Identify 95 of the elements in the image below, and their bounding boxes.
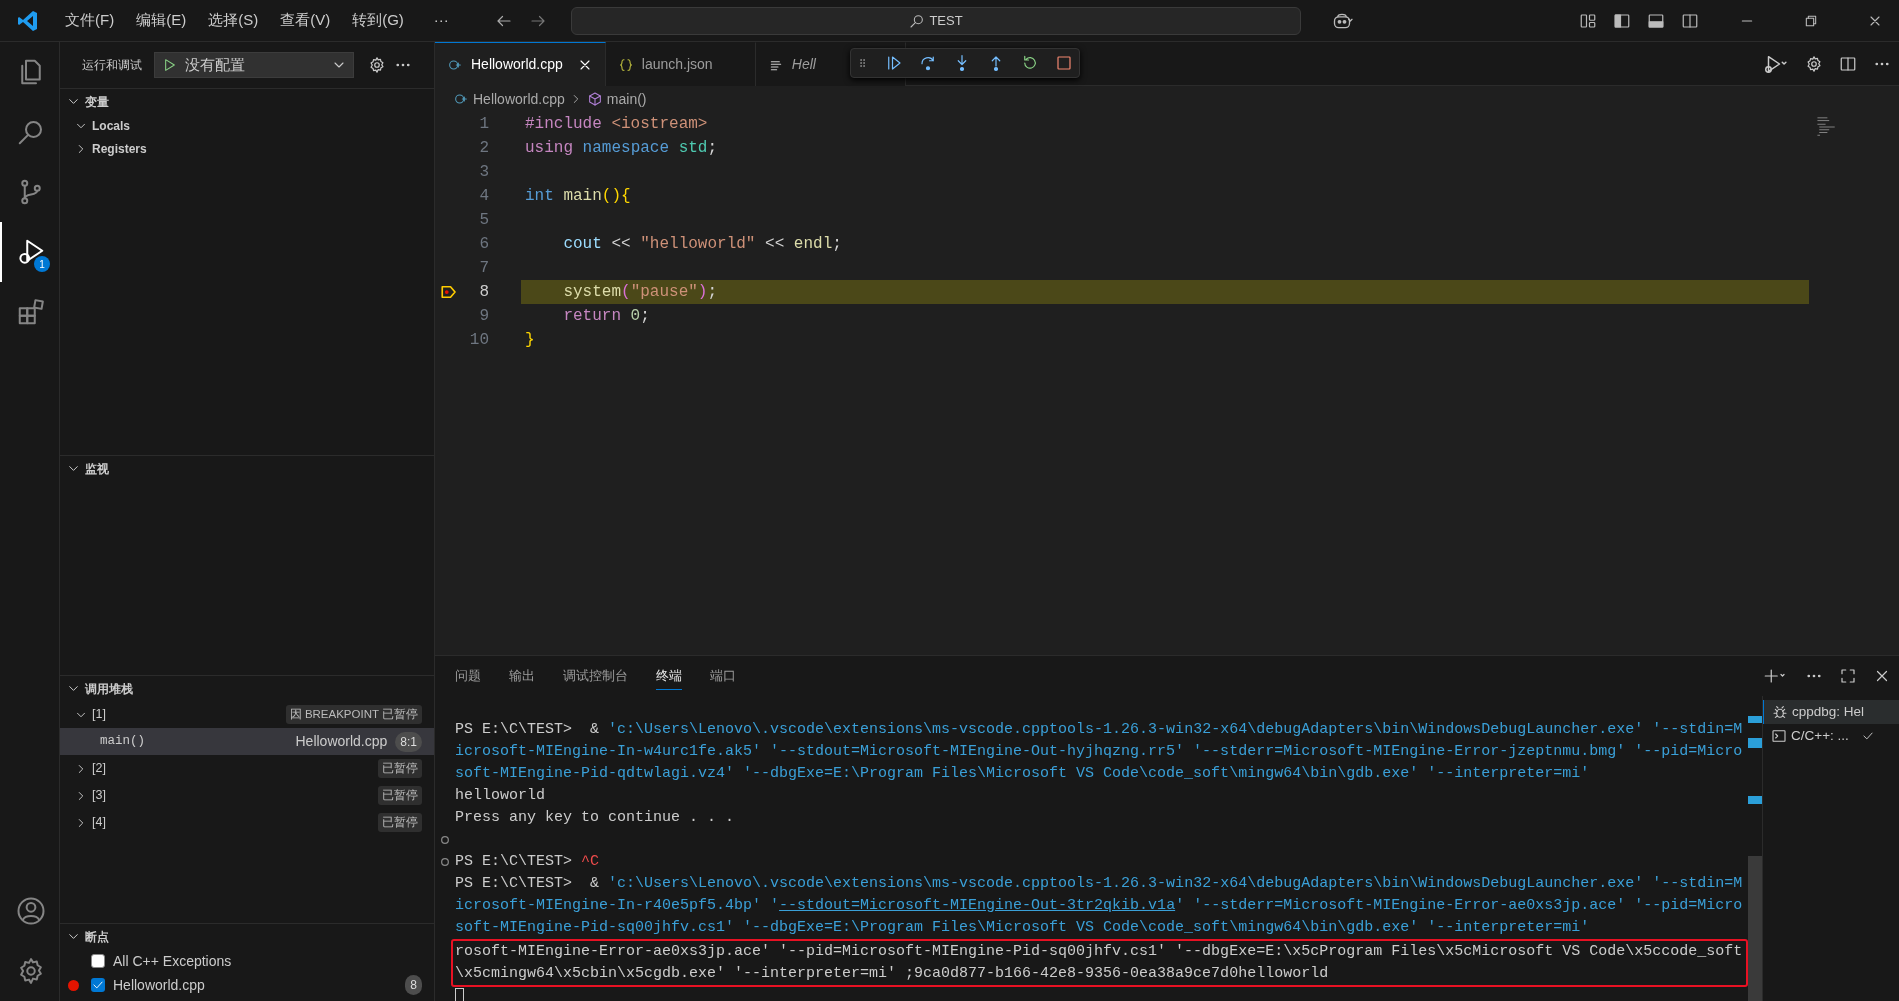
thread-label[interactable]: [1] (92, 705, 106, 724)
section-title[interactable]: 变量 (85, 92, 109, 111)
search-icon (909, 12, 926, 29)
maximize-icon[interactable] (1839, 667, 1857, 685)
line-number: 4 (478, 186, 489, 207)
menu-item[interactable]: 查看(V) (269, 5, 342, 36)
section-title[interactable]: 监视 (85, 459, 109, 478)
extensions-icon[interactable] (16, 297, 46, 327)
symbol-cube-icon (586, 91, 603, 107)
line-number: 9 (478, 306, 489, 327)
checkbox[interactable] (91, 978, 105, 992)
line-number: 8 (478, 282, 489, 303)
breadcrumb-item[interactable]: main() (606, 88, 647, 110)
terminal-tab[interactable]: C/C++: ... (1763, 724, 1899, 748)
panel-tab[interactable]: 终端 (656, 661, 682, 691)
breakpoint-dot-icon (68, 979, 79, 991)
frame-file: Helloworld.cpp (295, 732, 388, 751)
tree-item[interactable]: Locals (92, 116, 130, 135)
terminal-line: rosoft-MIEngine-Error-ae0xs3jp.ace' '--pid=Microsoft-MIEngine-Pid-sq00jhfv.cs1' '--dbgExe=E:\x5cProgram Files\x5cMicrosoft VS Code\x5ccode_soft (454, 942, 1744, 962)
menu-item[interactable]: 转到(G) (341, 5, 415, 36)
layout-icon[interactable] (1579, 11, 1597, 30)
breakpoint-label[interactable]: Helloworld.cpp (113, 974, 205, 996)
stack-frame-row[interactable]: main() Helloworld.cpp 8:1 (60, 728, 434, 755)
line-badge: 8 (405, 975, 422, 995)
menu-item[interactable]: 选择(S) (197, 5, 270, 36)
thread-status: 已暂停 (378, 758, 422, 779)
thread-label[interactable]: [4] (92, 813, 106, 832)
code-line: } (525, 331, 535, 349)
panel-tab[interactable]: 输出 (509, 661, 535, 691)
bug-icon (1772, 704, 1788, 720)
section-title[interactable]: 断点 (85, 927, 109, 946)
line-number: 3 (478, 162, 489, 183)
secondary-sidebar-icon[interactable] (1681, 11, 1699, 30)
split-editor-icon[interactable] (1839, 54, 1857, 73)
thread-status: 因 BREAKPOINT 已暂停 (285, 704, 422, 725)
code-line: int main(){ (525, 187, 631, 205)
terminal-line: \x5cmingw64\x5cbin\x5cgdb.exe' '--interpreter=mi' ;9ca0d877-b166-42e8-9356-0ea38a9ce7d0helloworld (454, 964, 1330, 984)
section-title[interactable]: 调用堆栈 (85, 679, 133, 698)
more-menu[interactable]: ··· (422, 5, 460, 36)
sidebar-title: 运行和调试 (82, 57, 142, 74)
editor-tab[interactable]: Helloworld.cpp (435, 42, 606, 86)
code-line: #include <iostream> (525, 115, 708, 133)
terminal-line: PS E:\C\TEST> & 'c:\Users\Lenovo\.vscode\extensions\ms-vscode.cpptools-1.26.3-win32-x64\debugAdapters\bin\WindowsDebugLauncher.exe' '--stdin=M (454, 874, 1744, 894)
menu-item[interactable]: 编辑(E) (125, 5, 198, 36)
position-badge: 8:1 (395, 731, 422, 752)
panel-tab[interactable]: 问题 (455, 661, 481, 691)
panel-toggle-icon[interactable] (1647, 11, 1665, 30)
terminal-tab[interactable]: cppdbg: Hel (1763, 700, 1899, 724)
settings-icon[interactable] (1805, 54, 1823, 73)
sidebar-toggle-icon[interactable] (1613, 11, 1631, 30)
stop-icon[interactable] (1055, 54, 1073, 72)
line-number: 5 (478, 210, 489, 231)
line-number: 1 (478, 114, 489, 135)
line-number: 7 (478, 258, 489, 279)
cpp-file-icon (453, 91, 469, 107)
account-icon[interactable] (16, 896, 46, 926)
thread-label[interactable]: [2] (92, 759, 106, 778)
breadcrumb-item[interactable]: Helloworld.cpp (473, 88, 565, 110)
frame-name: main() (100, 733, 145, 751)
terminal-line: icrosoft-MIEngine-In-r40e5pf5.4bp' '--stdout=Microsoft-MIEngine-Out-3tr2qkib.v1a' '--stderr=Microsoft-MIEngine-Error-ae0xs3jp.ace' '--pid=Micro (454, 896, 1744, 916)
terminal-link[interactable]: --stdout=Microsoft-MIEngine-Out-3tr2qkib.v1a (779, 897, 1176, 914)
terminal-line: PS E:\C\TEST> ^C (435, 851, 1748, 873)
terminal-icon (1771, 728, 1787, 744)
terminal-line: PS E:\C\TEST> & 'c:\Users\Lenovo\.vscode\extensions\ms-vscode.cpptools-1.26.3-win32-x64\debugAdapters\bin\WindowsDebugLauncher.exe' '--stdin=M (454, 720, 1744, 740)
code-line: return 0; (562, 307, 650, 325)
notification-badge: 1 (34, 256, 50, 272)
restart-icon[interactable] (1021, 54, 1039, 72)
terminal-line: helloworld (454, 786, 546, 806)
configuration-dropdown[interactable]: 没有配置 (154, 52, 354, 78)
json-file-icon (617, 56, 634, 73)
run-debug-icon[interactable] (16, 237, 46, 267)
code-line: using namespace std; (525, 139, 718, 157)
line-number: 10 (468, 330, 489, 351)
terminal-line: soft-MIEngine-Pid-qdtwlagi.vz4' '--dbgExe=E:\Program Files\Microsoft VS Code\code_soft\mingw64\bin\gdb.exe' '--interpreter=mi' (454, 764, 1591, 784)
thread-status: 已暂停 (378, 785, 422, 806)
continue-icon[interactable] (885, 54, 903, 72)
code-line: cout << "helloworld" << endl; (562, 235, 842, 253)
step-over-icon[interactable] (919, 54, 937, 72)
breakpoint-label[interactable]: All C++ Exceptions (113, 950, 232, 972)
thread-label[interactable]: [3] (92, 786, 106, 805)
command-center[interactable]: TEST (571, 6, 1301, 35)
app-logo-icon (16, 8, 40, 33)
terminal-line: Press any key to continue . . . (454, 808, 736, 828)
menu-item[interactable]: 文件(F) (54, 5, 126, 36)
terminal-line: soft-MIEngine-Pid-sq00jhfv.cs1' '--dbgExe=E:\Program Files\Microsoft VS Code\code_soft\mingw64\bin\gdb.exe' '--interpreter=mi' (454, 918, 1591, 938)
thread-status: 已暂停 (378, 812, 422, 833)
panel-tab[interactable]: 端口 (710, 661, 736, 691)
settings-icon[interactable] (368, 56, 386, 74)
line-number: 2 (478, 138, 489, 159)
line-number: 6 (478, 234, 489, 255)
terminal-line: icrosoft-MIEngine-In-w4urc1fe.ak5' '--stdout=Microsoft-MIEngine-Out-hyjhqzng.rr5' '--stderr=Microsoft-MIEngine-Error-jzeptnmu.bmg' '--pid=Micro (454, 742, 1744, 762)
editor-tab[interactable]: launch.json (605, 42, 756, 86)
panel-tab[interactable]: 调试控制台 (563, 661, 628, 691)
tree-item[interactable]: Registers (92, 139, 147, 158)
checkbox[interactable] (91, 954, 105, 968)
